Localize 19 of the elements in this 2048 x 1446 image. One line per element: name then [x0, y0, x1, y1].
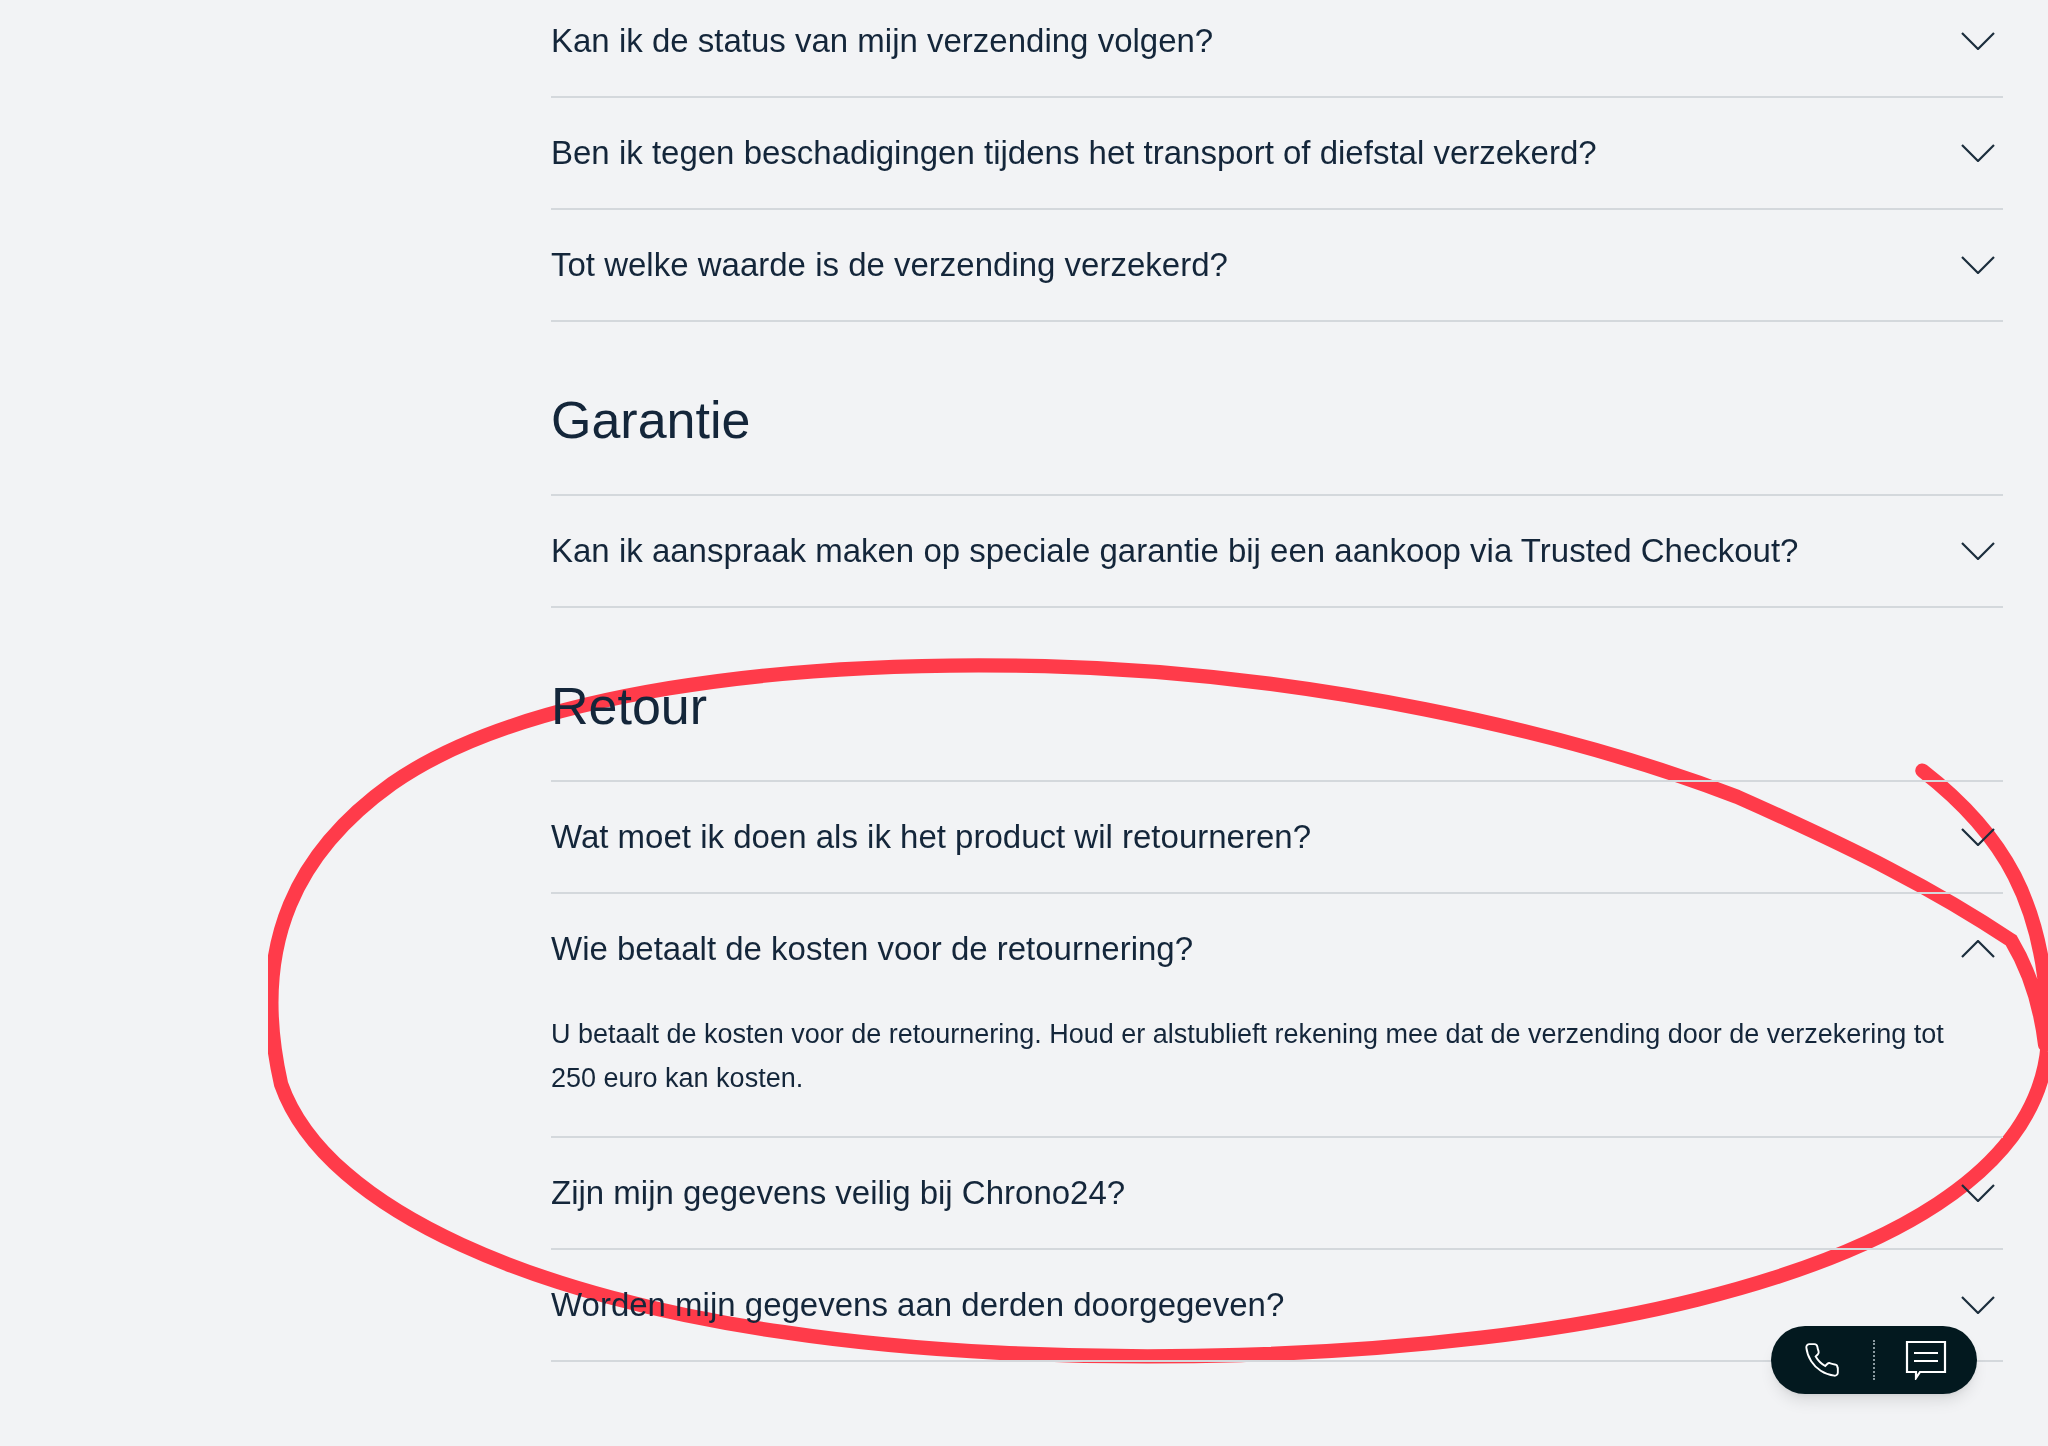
faq-question[interactable]: Zijn mijn gegevens veilig bij Chrono24? — [551, 1138, 2003, 1248]
faq-question[interactable]: Kan ik aanspraak maken op speciale garantie bij een aankoop via Trusted Checkout? — [551, 496, 2003, 606]
chat-icon — [1905, 1340, 1947, 1380]
chevron-down-icon — [1961, 256, 1995, 274]
chevron-down-icon — [1961, 144, 1995, 162]
chevron-down-icon — [1961, 1296, 1995, 1314]
chevron-down-icon — [1961, 828, 1995, 846]
chevron-down-icon — [1961, 32, 1995, 50]
faq-question[interactable]: Kan ik de status van mijn verzending volgen? — [551, 0, 2003, 96]
faq-question[interactable]: Wie betaalt de kosten voor de retournering? — [551, 894, 2003, 1004]
chevron-down-icon — [1961, 1184, 1995, 1202]
section-heading: Garantie — [551, 390, 752, 451]
faq-question[interactable]: Wat moet ik doen als ik het product wil retourneren? — [551, 782, 2003, 892]
phone-icon — [1803, 1341, 1841, 1379]
faq-answer: U betaalt de kosten voor de retournering. Houd er alstublieft rekening mee dat de verzending door de verzekering tot 250 euro kan kosten. — [551, 1018, 1945, 1095]
faq-question[interactable]: Tot welke waarde is de verzending verzekerd? — [551, 210, 2003, 320]
faq-question[interactable]: Ben ik tegen beschadigingen tijdens het transport of diefstal verzekerd? — [551, 98, 2003, 208]
chevron-up-icon — [1961, 940, 1995, 958]
chevron-down-icon — [1961, 542, 1995, 560]
